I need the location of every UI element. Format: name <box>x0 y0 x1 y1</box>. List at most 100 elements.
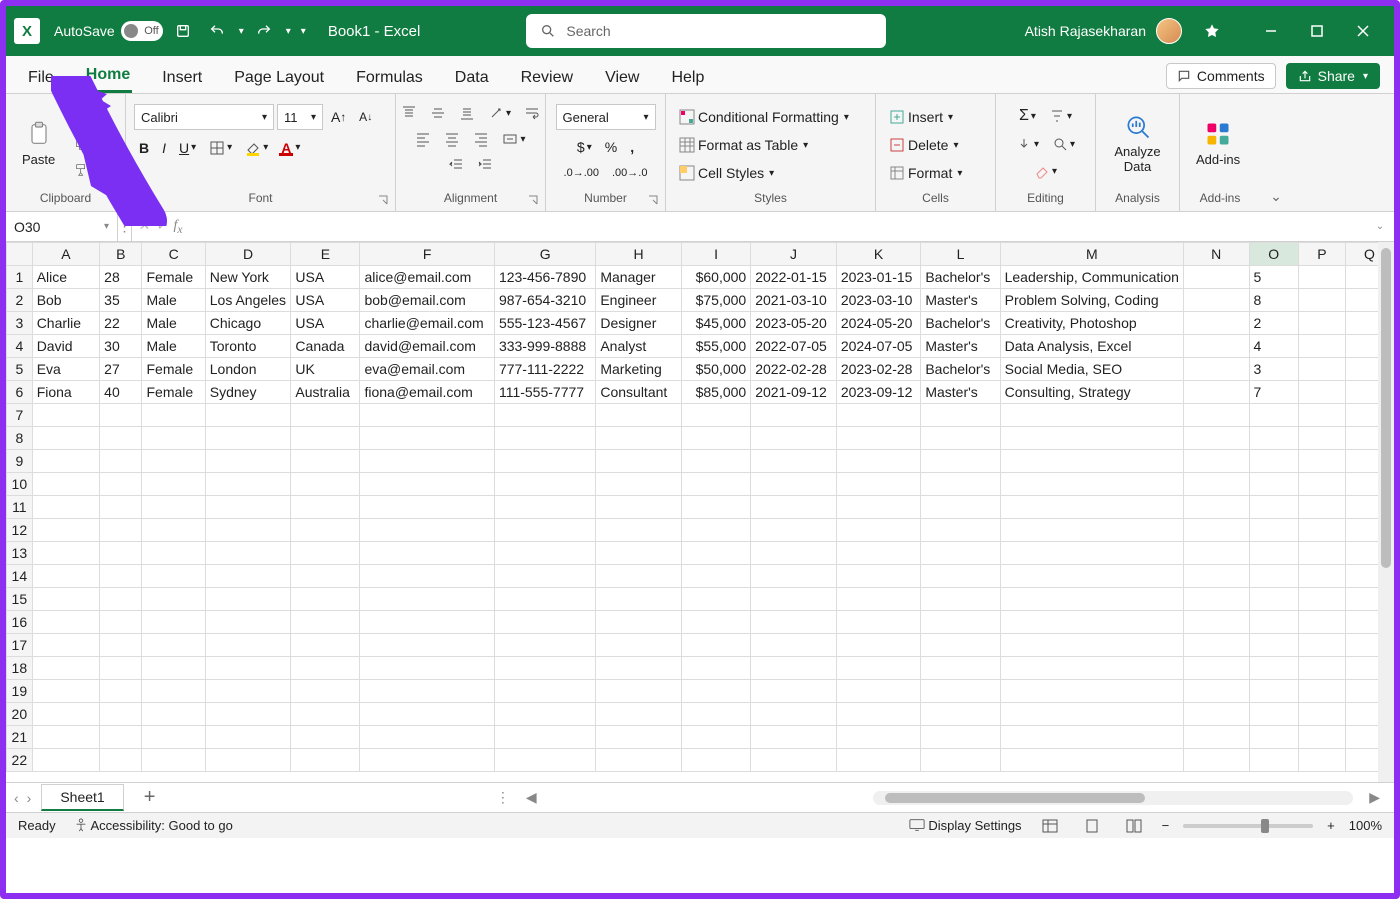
row-header-10[interactable]: 10 <box>7 473 33 496</box>
select-all-button[interactable] <box>7 243 33 266</box>
cell-J7[interactable] <box>751 404 837 427</box>
increase-indent-button[interactable] <box>472 154 498 176</box>
cell-I10[interactable] <box>681 473 750 496</box>
align-left-button[interactable] <box>410 128 436 150</box>
cell-F5[interactable]: eva@email.com <box>360 358 494 381</box>
cell-O1[interactable]: 5 <box>1249 266 1298 289</box>
cell-F9[interactable] <box>360 450 494 473</box>
cell-M18[interactable] <box>1000 657 1183 680</box>
cell-D18[interactable] <box>205 657 291 680</box>
row-header-5[interactable]: 5 <box>7 358 33 381</box>
scroll-left-button[interactable]: ◀ <box>526 789 537 806</box>
cell-F1[interactable]: alice@email.com <box>360 266 494 289</box>
cell-O12[interactable] <box>1249 519 1298 542</box>
row-header-7[interactable]: 7 <box>7 404 33 427</box>
cell-L5[interactable]: Bachelor's <box>921 358 1000 381</box>
cell-G3[interactable]: 555-123-4567 <box>494 312 595 335</box>
cell-N2[interactable] <box>1183 289 1249 312</box>
cell-G7[interactable] <box>494 404 595 427</box>
cell-A13[interactable] <box>32 542 99 565</box>
cell-C21[interactable] <box>142 726 205 749</box>
row-header-14[interactable]: 14 <box>7 565 33 588</box>
cell-E13[interactable] <box>291 542 360 565</box>
cell-J4[interactable]: 2022-07-05 <box>751 335 837 358</box>
cell-L9[interactable] <box>921 450 1000 473</box>
cell-O14[interactable] <box>1249 565 1298 588</box>
cell-J17[interactable] <box>751 634 837 657</box>
cell-N15[interactable] <box>1183 588 1249 611</box>
cell-I20[interactable] <box>681 703 750 726</box>
cell-P7[interactable] <box>1298 404 1345 427</box>
cell-N19[interactable] <box>1183 680 1249 703</box>
cell-K7[interactable] <box>836 404 921 427</box>
cell-C4[interactable]: Male <box>142 335 205 358</box>
cell-C13[interactable] <box>142 542 205 565</box>
cell-J19[interactable] <box>751 680 837 703</box>
cell-D7[interactable] <box>205 404 291 427</box>
zoom-level[interactable]: 100% <box>1349 818 1382 833</box>
cell-J11[interactable] <box>751 496 837 519</box>
column-header-M[interactable]: M <box>1000 243 1183 266</box>
row-header-18[interactable]: 18 <box>7 657 33 680</box>
cell-K16[interactable] <box>836 611 921 634</box>
cell-A19[interactable] <box>32 680 99 703</box>
cell-A20[interactable] <box>32 703 99 726</box>
cell-F12[interactable] <box>360 519 494 542</box>
autosave-toggle[interactable]: AutoSave Off <box>54 21 163 41</box>
column-header-L[interactable]: L <box>921 243 1000 266</box>
cell-O5[interactable]: 3 <box>1249 358 1298 381</box>
align-middle-button[interactable] <box>425 102 451 124</box>
cell-B22[interactable] <box>100 749 142 772</box>
cell-K8[interactable] <box>836 427 921 450</box>
cell-D14[interactable] <box>205 565 291 588</box>
cell-G1[interactable]: 123-456-7890 <box>494 266 595 289</box>
cell-M15[interactable] <box>1000 588 1183 611</box>
cell-D17[interactable] <box>205 634 291 657</box>
increase-font-button[interactable]: A↑ <box>326 106 351 128</box>
decrease-indent-button[interactable] <box>443 154 469 176</box>
cell-G21[interactable] <box>494 726 595 749</box>
cell-K1[interactable]: 2023-01-15 <box>836 266 921 289</box>
cell-B4[interactable]: 30 <box>100 335 142 358</box>
addins-button[interactable]: Add-ins <box>1188 116 1248 171</box>
cell-D15[interactable] <box>205 588 291 611</box>
cell-N3[interactable] <box>1183 312 1249 335</box>
sheet-tab-sheet1[interactable]: Sheet1 <box>41 784 123 811</box>
cell-E22[interactable] <box>291 749 360 772</box>
align-bottom-button[interactable] <box>454 102 480 124</box>
tab-data[interactable]: Data <box>453 63 491 93</box>
cell-J9[interactable] <box>751 450 837 473</box>
redo-dropdown[interactable]: ▾ <box>286 26 291 37</box>
cell-K18[interactable] <box>836 657 921 680</box>
cell-L17[interactable] <box>921 634 1000 657</box>
cell-C17[interactable] <box>142 634 205 657</box>
minimize-button[interactable] <box>1248 6 1294 56</box>
cell-P3[interactable] <box>1298 312 1345 335</box>
cell-C5[interactable]: Female <box>142 358 205 381</box>
cell-B5[interactable]: 27 <box>100 358 142 381</box>
cell-P8[interactable] <box>1298 427 1345 450</box>
cell-G14[interactable] <box>494 565 595 588</box>
cell-B8[interactable] <box>100 427 142 450</box>
cell-D12[interactable] <box>205 519 291 542</box>
cell-J8[interactable] <box>751 427 837 450</box>
cell-D1[interactable]: New York <box>205 266 291 289</box>
cell-O18[interactable] <box>1249 657 1298 680</box>
cell-P2[interactable] <box>1298 289 1345 312</box>
cell-O13[interactable] <box>1249 542 1298 565</box>
display-settings-button[interactable]: Display Settings <box>909 818 1022 833</box>
enter-formula-button[interactable]: ✓ <box>156 218 168 235</box>
cell-J14[interactable] <box>751 565 837 588</box>
cell-E15[interactable] <box>291 588 360 611</box>
comma-button[interactable]: , <box>625 136 639 158</box>
cell-F4[interactable]: david@email.com <box>360 335 494 358</box>
cell-A9[interactable] <box>32 450 99 473</box>
save-button[interactable] <box>169 17 197 45</box>
cell-K20[interactable] <box>836 703 921 726</box>
cell-J22[interactable] <box>751 749 837 772</box>
tab-review[interactable]: Review <box>519 63 575 93</box>
cell-F16[interactable] <box>360 611 494 634</box>
cell-L11[interactable] <box>921 496 1000 519</box>
formula-expand-button[interactable]: ⌄ <box>1364 212 1394 241</box>
cell-B1[interactable]: 28 <box>100 266 142 289</box>
